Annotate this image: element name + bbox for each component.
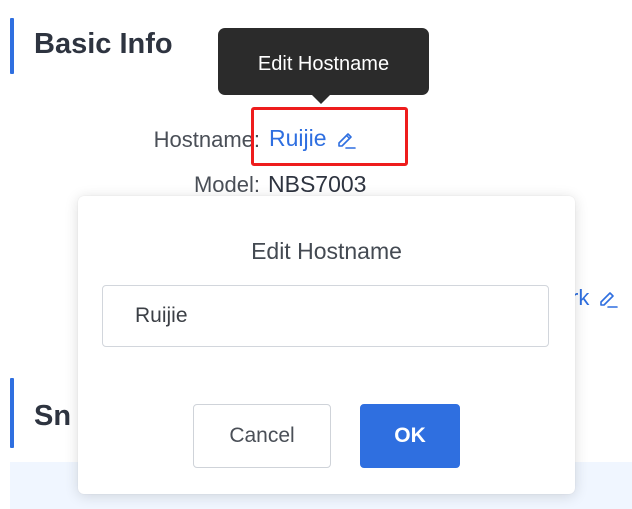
section-title-partial: Sn [34,400,72,432]
model-value: NBS7003 [268,171,367,197]
section-accent-bar [10,18,14,74]
ok-button[interactable]: OK [360,404,460,468]
section-title-basic-info: Basic Info [34,28,173,60]
section-accent-bar [10,378,14,448]
edit-hostname-tooltip: Edit Hostname [218,28,429,95]
hostname-input[interactable] [102,285,549,347]
tooltip-arrow [311,94,331,104]
pencil-icon [597,287,619,309]
model-label: Model: [193,172,260,197]
hostname-highlight-box [251,107,408,166]
dialog-title: Edit Hostname [251,238,402,264]
remark-edit-link[interactable]: rk [571,285,619,311]
cancel-button[interactable]: Cancel [193,404,331,468]
page: Basic Info Hostname: Ruijie Model: NBS70… [0,0,632,509]
edit-hostname-dialog: Edit Hostname Cancel OK [78,196,575,494]
hostname-label: Hostname: [153,127,260,152]
